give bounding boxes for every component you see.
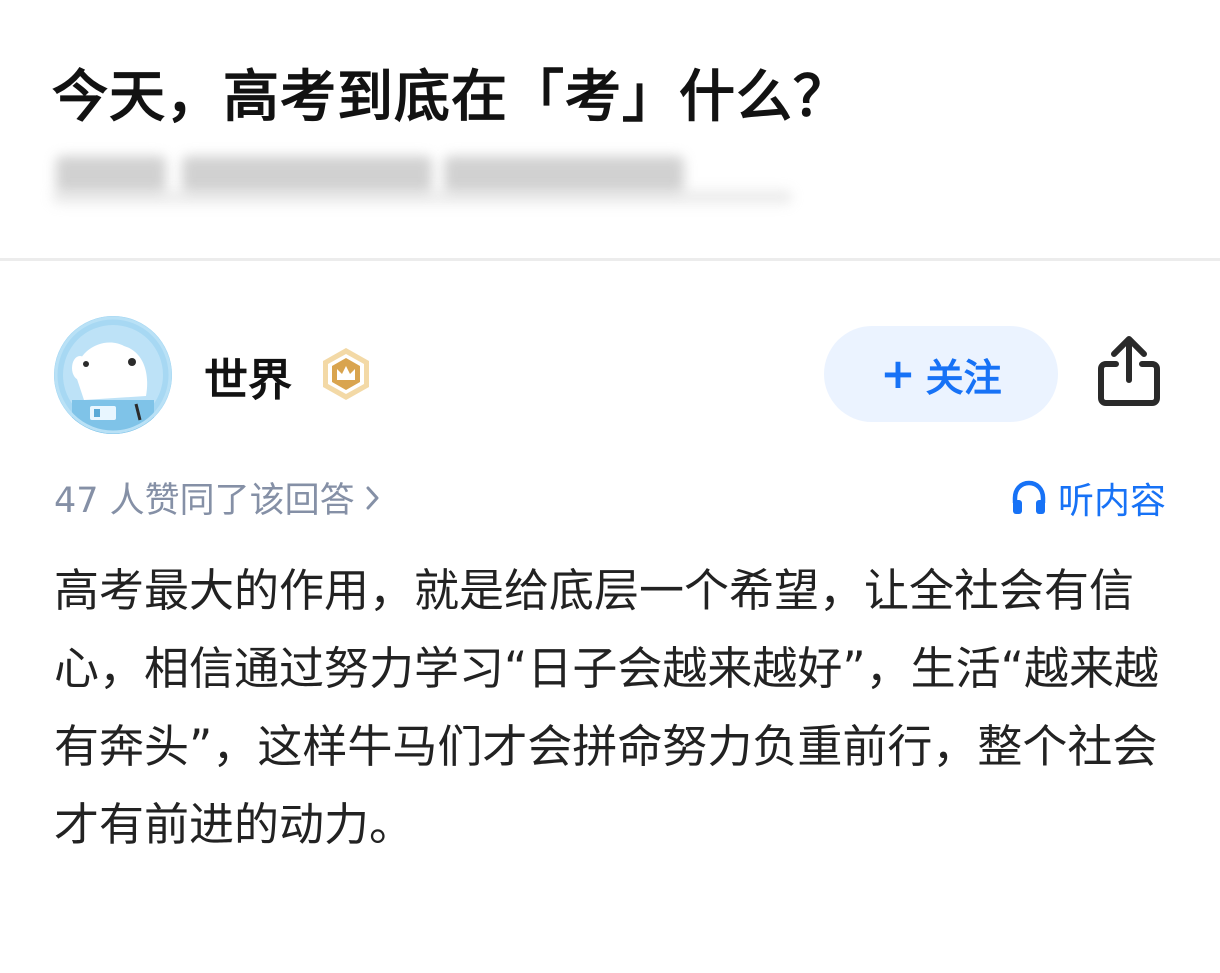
blur-block [56, 156, 166, 192]
upvote-count-link[interactable]: 47 人赞同了该回答 [54, 472, 381, 523]
answer-content: 高考最大的作用，就是给底层一个希望，让全社会有信心，相信通过努力学习“日子会越来… [54, 564, 1159, 851]
crown-badge-icon [318, 346, 374, 402]
blur-block [52, 190, 792, 204]
share-icon[interactable] [1096, 334, 1162, 408]
avatar-illustration [54, 316, 172, 434]
plus-icon: + [880, 349, 916, 398]
blur-block [444, 156, 684, 192]
avatar[interactable] [54, 316, 172, 434]
upvote-text: 47 人赞同了该回答 [54, 481, 355, 521]
section-divider [0, 258, 1220, 261]
author-name[interactable]: 世界 [204, 344, 292, 408]
question-title[interactable]: 今天，高考到底在「考」什么？ [52, 52, 850, 133]
headphones-icon [1012, 480, 1046, 514]
blurred-subtitle [52, 148, 812, 208]
follow-label: 关注 [925, 355, 1002, 400]
listen-label: 听内容 [1057, 481, 1166, 522]
follow-button[interactable]: + 关注 [824, 326, 1058, 422]
chevron-right-icon [366, 486, 379, 509]
listen-button[interactable]: 听内容 [1010, 472, 1166, 524]
blur-block [182, 156, 432, 192]
